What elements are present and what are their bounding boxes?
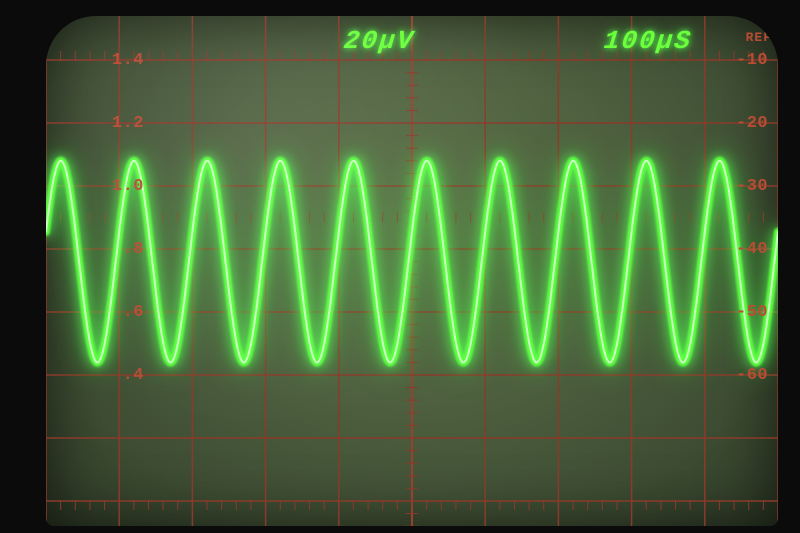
right-axis-label: -20 bbox=[736, 114, 768, 133]
oscilloscope-bezel: 20µV 100µS REF 1.4 1.2 1.0 .8 .6 .4 -10 -20 -30… bbox=[0, 0, 800, 533]
left-axis-label: 1.0 bbox=[108, 177, 144, 196]
left-axis-label: .8 bbox=[108, 240, 144, 259]
ref-label: REF bbox=[746, 30, 772, 45]
left-axis-label: .4 bbox=[108, 366, 144, 385]
right-axis-label: -40 bbox=[736, 240, 768, 259]
timebase-readout: 100µS bbox=[602, 26, 693, 56]
right-axis-label: -50 bbox=[736, 303, 768, 322]
right-axis-label: -30 bbox=[736, 177, 768, 196]
graticule bbox=[46, 16, 778, 526]
oscilloscope-screen: 20µV 100µS REF 1.4 1.2 1.0 .8 .6 .4 -10 -20 -30… bbox=[46, 16, 778, 526]
left-axis-label: 1.2 bbox=[108, 114, 144, 133]
left-axis-label: .6 bbox=[108, 303, 144, 322]
right-axis-label: -10 bbox=[736, 51, 768, 70]
vertical-sensitivity-readout: 20µV bbox=[342, 26, 416, 56]
left-axis-label: 1.4 bbox=[108, 51, 144, 70]
right-axis-label: -60 bbox=[736, 366, 768, 385]
